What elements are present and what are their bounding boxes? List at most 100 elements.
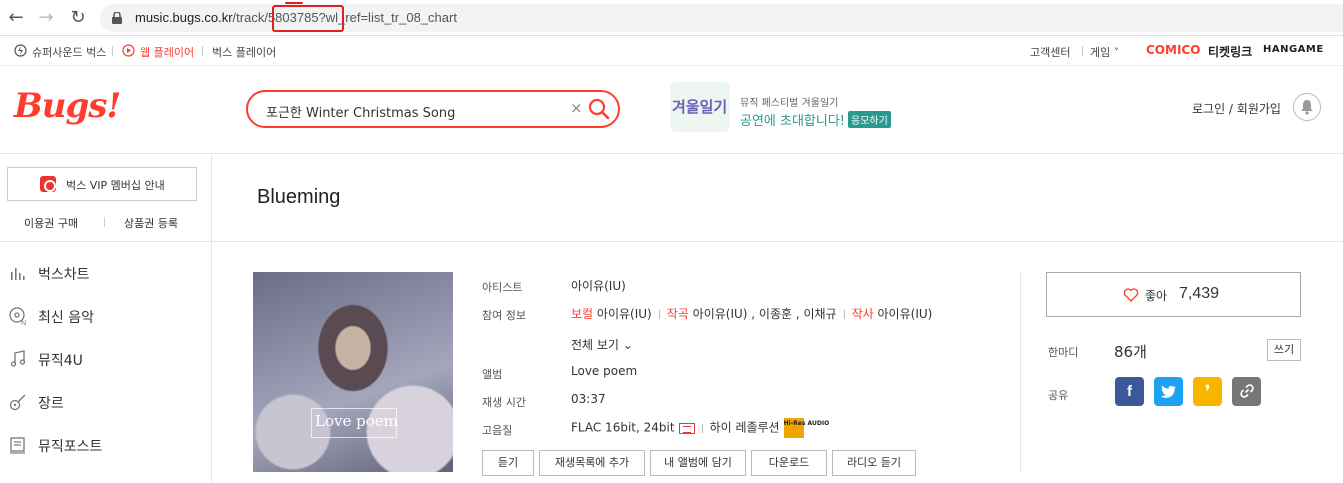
info-divider [1020,272,1021,472]
notification-button[interactable] [1293,93,1321,121]
supersound-link[interactable]: 슈퍼사운드 벅스 [32,44,106,60]
twitter-share-icon[interactable] [1154,377,1183,406]
facebook-share-icon[interactable]: f [1115,377,1144,406]
flac-quality: FLAC 16bit, 24bit [571,420,675,435]
clear-search-icon[interactable]: × [570,99,583,117]
chart-icon [11,268,25,280]
sidebar-item-label: 최신 음악 [38,310,94,326]
play-circle-icon [122,44,135,57]
ticketlink-link[interactable]: 티켓링크 [1208,43,1252,60]
hires-label: 하이 레졸루션 [709,420,780,435]
lyricist-role: 작사 [851,307,874,321]
supersound-icon [14,44,27,57]
duration-label: 재생 시간 [482,396,526,409]
reload-icon[interactable]: ↻ [66,6,90,30]
search-icon[interactable] [588,98,610,120]
twitter-bird-icon [1160,385,1176,398]
guitar-icon [9,394,26,411]
web-player-link[interactable]: 웹 플레이어 [140,44,194,60]
search-input[interactable]: 포근한 Winter Christmas Song × [246,90,620,128]
credit-divider [843,310,845,319]
search-value: 포근한 Winter Christmas Song [266,106,456,121]
promo-title[interactable]: 공연에 초대합니다! [740,110,845,129]
artist-value[interactable]: 아이유(IU) [571,277,626,294]
credit-divider [658,310,660,319]
red-highlight-mark [285,2,303,4]
vocal-artist[interactable]: 아이유(IU) [597,307,652,321]
comment-label: 한마디 [1048,346,1079,359]
sidebar-item-genre[interactable]: 장르 [8,390,198,414]
lyricist-artist[interactable]: 아이유(IU) [878,307,933,321]
sidebar-item-label: 뮤직4U [38,353,83,369]
register-voucher-link[interactable]: 상품권 등록 [124,215,178,231]
sidebar-item-music4u[interactable]: 뮤직4U [8,347,198,371]
copy-link-icon[interactable] [1232,377,1261,406]
track-title: Blueming [257,186,341,208]
share-label: 공유 [1048,389,1069,402]
bugs-logo[interactable]: Bugs! [14,86,121,126]
like-count: 7,439 [1179,285,1220,302]
back-icon[interactable]: ← [4,6,28,30]
like-button[interactable]: 좋아 7,439 [1046,272,1301,317]
customer-center-link[interactable]: 고객센터 [1030,44,1070,60]
flac-icon [678,422,695,434]
buy-pass-link[interactable]: 이용권 구매 [24,215,78,231]
utility-bar: 슈퍼사운드 벅스 웹 플레이어 벅스 플레이어 고객센터 게임 ˅ COMICO… [0,36,1343,66]
view-all-credits-link[interactable]: 전체 보기 ⌄ [571,336,633,353]
promo-apply-badge[interactable]: 응모하기 [848,111,891,128]
browser-bar: ← → ↻ music.bugs.co.kr/track/5803785?wl_… [0,0,1343,36]
radio-button[interactable]: 라디오 듣기 [832,450,916,476]
credits-label: 참여 정보 [482,309,526,322]
heart-icon [1123,288,1139,302]
game-menu[interactable]: 게임 ˅ [1090,44,1119,60]
login-signup-link[interactable]: 로그인 / 회원가입 [1192,100,1281,117]
credits-value: 보컬 아이유(IU) 작곡 아이유(IU) , 이종훈 , 이채규 작사 아이유(I… [571,305,932,322]
album-value[interactable]: Love poem [571,364,637,378]
quality-value: FLAC 16bit, 24bit 하이 레졸루션 Hi-Res AUDIO [571,418,829,438]
sidebar-item-label: 뮤직포스트 [38,439,103,455]
add-to-my-album-button[interactable]: 내 앨범에 담기 [650,450,746,476]
duration-value: 03:37 [571,392,606,406]
sidebar-item-chart[interactable]: 벅스차트 [8,261,198,285]
sidebar-item-label: 벅스차트 [38,267,90,283]
composer-artist[interactable]: 아이유(IU) , 이종훈 , 이채규 [693,307,837,321]
album-cover-text: Love poem [315,412,398,430]
util-divider [112,46,113,56]
add-to-playlist-button[interactable]: 재생목록에 추가 [539,450,645,476]
red-highlight-box [272,5,344,32]
vocal-role: 보컬 [571,307,594,321]
quality-divider [701,423,703,433]
link-divider [104,217,105,227]
sidebar-item-musicpost[interactable]: 뮤직포스트 [8,433,198,457]
header: Bugs! 포근한 Winter Christmas Song × 겨울일기 뮤… [0,66,1343,154]
promo-subtitle[interactable]: 뮤직 페스티벌 겨울일기 [740,94,838,109]
promo-image-text: 겨울일기 [672,98,728,116]
forward-icon[interactable]: → [34,6,58,30]
kakaostory-share-icon[interactable]: ❜ [1193,377,1222,406]
link-icon [1239,384,1254,398]
game-label: 게임 [1090,46,1111,59]
post-icon [10,437,25,454]
comico-link[interactable]: COMICO [1146,43,1200,57]
hangame-link[interactable]: HANGAME [1263,44,1324,55]
promo-banner-image[interactable]: 겨울일기 [670,82,730,132]
bugs-vip-icon [40,176,56,192]
util-divider [202,46,203,56]
svg-text:N: N [21,320,26,326]
vip-membership-button[interactable]: 벅스 VIP 멤버십 안내 [7,167,197,201]
like-label: 좋아 [1145,289,1168,303]
quality-label: 고음질 [482,424,513,437]
bugs-player-link[interactable]: 벅스 플레이어 [212,44,276,60]
sidebar-divider [0,241,212,242]
listen-button[interactable]: 듣기 [482,450,534,476]
download-button[interactable]: 다운로드 [751,450,827,476]
album-cover[interactable]: Love poem [253,272,453,472]
comment-count[interactable]: 86개 [1114,341,1147,362]
artist-label: 아티스트 [482,281,523,294]
sidebar: 벅스 VIP 멤버십 안내 이용권 구매 상품권 등록 벅스차트 N 최신 음악… [0,155,212,483]
new-music-icon: N [9,307,26,326]
sidebar-item-new-music[interactable]: N 최신 음악 [8,304,198,328]
vip-label: 벅스 VIP 멤버십 안내 [66,179,165,192]
title-divider [212,241,1343,242]
write-comment-button[interactable]: 쓰기 [1267,339,1301,361]
